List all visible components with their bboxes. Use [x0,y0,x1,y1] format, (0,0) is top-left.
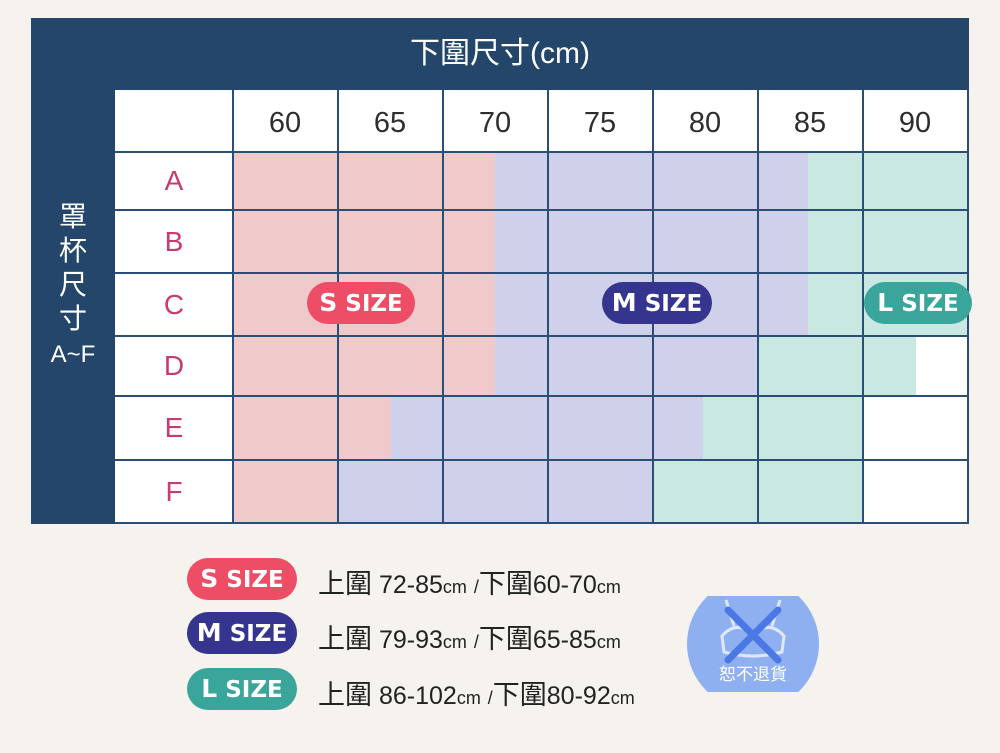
cup-size-title: 罩 杯 尺 寸 A~F [31,90,115,524]
s-size-zone [233,396,391,460]
cup-label-f: F [165,476,183,507]
legend-m-pill: M SIZE [187,612,297,654]
l-size-zone [757,336,916,396]
legend-s-pill: S SIZE [187,558,297,600]
legend-l-pill: L SIZE [187,668,297,710]
cup-title-char: 寸 [58,303,87,334]
grid-line [115,395,969,397]
cup-label-c: C [163,289,185,320]
column-header-65: 65 [373,107,407,139]
cup-label-d: D [163,350,185,381]
cup-label-e: E [164,412,184,443]
cup-title-char: 罩 [58,201,87,232]
s-size-zone [233,460,338,524]
column-header-90: 90 [898,107,932,139]
column-header-80: 80 [688,107,722,139]
legend-m-text: 上圍 79-93cm /下圍65-85cm [318,624,621,654]
l-size-zone [703,396,863,460]
size-chart: 下圍尺寸(cm) 罩 杯 尺 寸 A~F 60 65 70 75 80 85 9… [31,18,972,524]
cup-label-a: A [164,165,184,196]
column-header-60: 60 [268,107,302,139]
grid-line [115,209,969,211]
cup-range-label: A~F [50,341,96,368]
m-size-zone [338,460,654,524]
legend-l-text: 上圍 86-102cm /下圍80-92cm [318,680,635,710]
grid-line [115,459,969,461]
cup-label-b: B [164,226,184,257]
s-size-zone [233,152,495,396]
no-return-text: 恕不退貨 [719,665,787,685]
column-header-85: 85 [793,107,827,139]
grid-line [757,90,759,524]
column-header-70: 70 [478,107,512,139]
column-header-75: 75 [583,107,617,139]
no-return-badge: 恕不退貨 [686,578,820,710]
chart-title: 下圍尺寸(cm) [410,37,590,70]
bra-crossed-icon: 恕不退貨 [687,578,819,710]
cup-title-char: 尺 [58,269,87,300]
grid-line [442,90,444,524]
m-size-zone [495,336,757,396]
size-grid: 60 65 70 75 80 85 90 A B C D E F S SIZE … [115,90,972,524]
grid-line [115,272,969,274]
legend-s-text: 上圍 72-85cm /下圍60-70cm [318,569,621,599]
cup-title-char: 杯 [58,235,87,266]
s-size-pill: S SIZE [307,282,415,324]
l-size-pill: L SIZE [864,282,972,324]
m-size-pill: M SIZE [602,282,712,324]
grid-line [115,335,969,337]
grid-line [115,522,969,524]
grid-line [547,90,549,524]
